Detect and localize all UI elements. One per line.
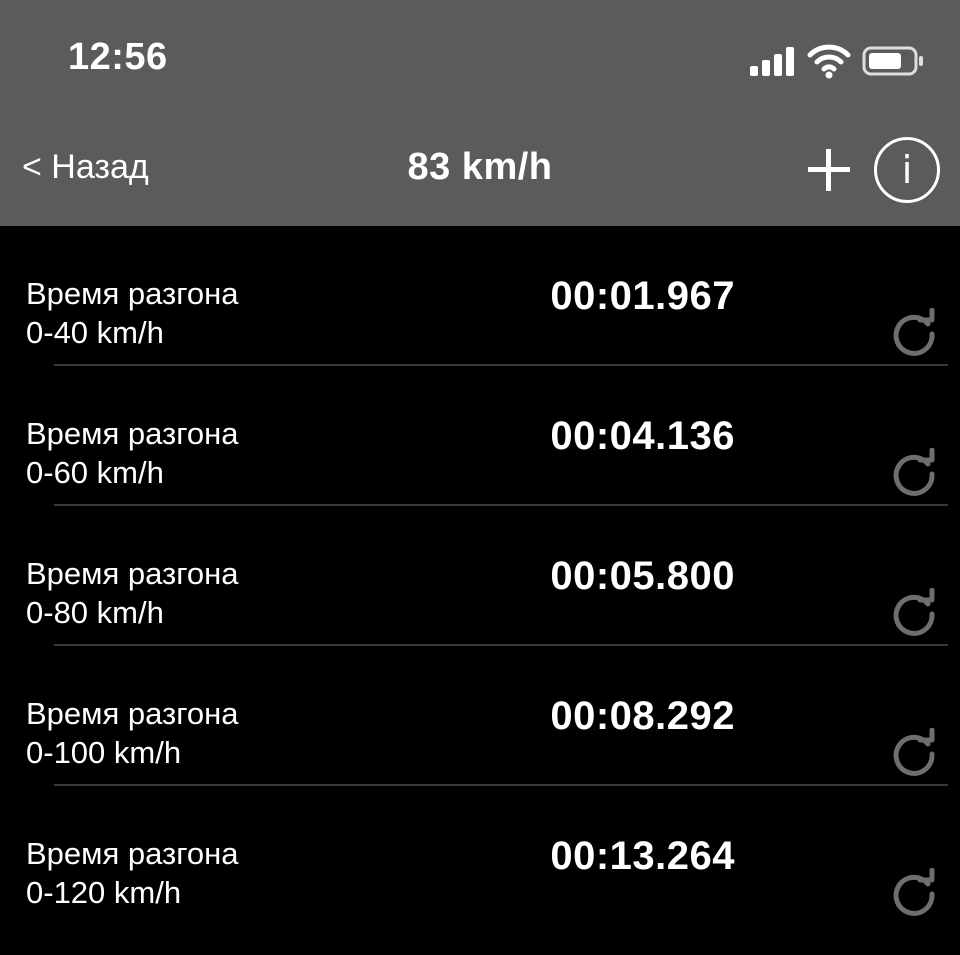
row-label: Время разгона 0-100 km/h (26, 694, 238, 772)
list-item: Время разгона 0-40 km/h 00:01.967 (0, 226, 960, 366)
row-title: Время разгона (26, 836, 239, 871)
row-label: Время разгона 0-80 km/h (26, 554, 238, 632)
refresh-icon[interactable] (890, 728, 940, 778)
row-range: 0-60 km/h (26, 455, 164, 490)
row-label: Время разгона 0-60 km/h (26, 414, 238, 492)
row-label: Время разгона 0-120 km/h (26, 834, 238, 912)
row-range: 0-80 km/h (26, 595, 164, 630)
row-title: Время разгона (26, 696, 239, 731)
row-range: 0-100 km/h (26, 735, 182, 770)
row-time: 00:01.967 (550, 274, 735, 318)
acceleration-list: Время разгона 0-40 km/h 00:01.967 Время … (0, 226, 960, 926)
row-title: Время разгона (26, 556, 239, 591)
row-time: 00:08.292 (550, 694, 735, 738)
row-title: Время разгона (26, 276, 239, 311)
row-label: Время разгона 0-40 km/h (26, 274, 238, 352)
list-item: Время разгона 0-100 km/h 00:08.292 (0, 646, 960, 786)
status-time: 12:56 (68, 36, 168, 78)
refresh-icon[interactable] (890, 308, 940, 358)
list-item: Время разгона 0-60 km/h 00:04.136 (0, 366, 960, 506)
row-time: 00:04.136 (550, 414, 735, 458)
row-range: 0-40 km/h (26, 315, 164, 350)
row-title: Время разгона (26, 416, 239, 451)
refresh-icon[interactable] (890, 448, 940, 498)
battery-icon (862, 46, 923, 76)
list-item: Время разгона 0-120 km/h 00:13.264 (0, 786, 960, 926)
row-range: 0-120 km/h (26, 875, 182, 910)
list-item: Время разгона 0-80 km/h 00:05.800 (0, 506, 960, 646)
top-bar: 12:56 < Назад 83 km/h i (0, 0, 960, 226)
row-time: 00:05.800 (550, 554, 735, 598)
info-icon[interactable]: i (874, 137, 940, 203)
plus-icon[interactable] (804, 145, 854, 195)
refresh-icon[interactable] (890, 868, 940, 918)
row-time: 00:13.264 (550, 834, 735, 878)
wifi-icon (807, 44, 851, 79)
signal-icon (750, 46, 800, 76)
refresh-icon[interactable] (890, 588, 940, 638)
